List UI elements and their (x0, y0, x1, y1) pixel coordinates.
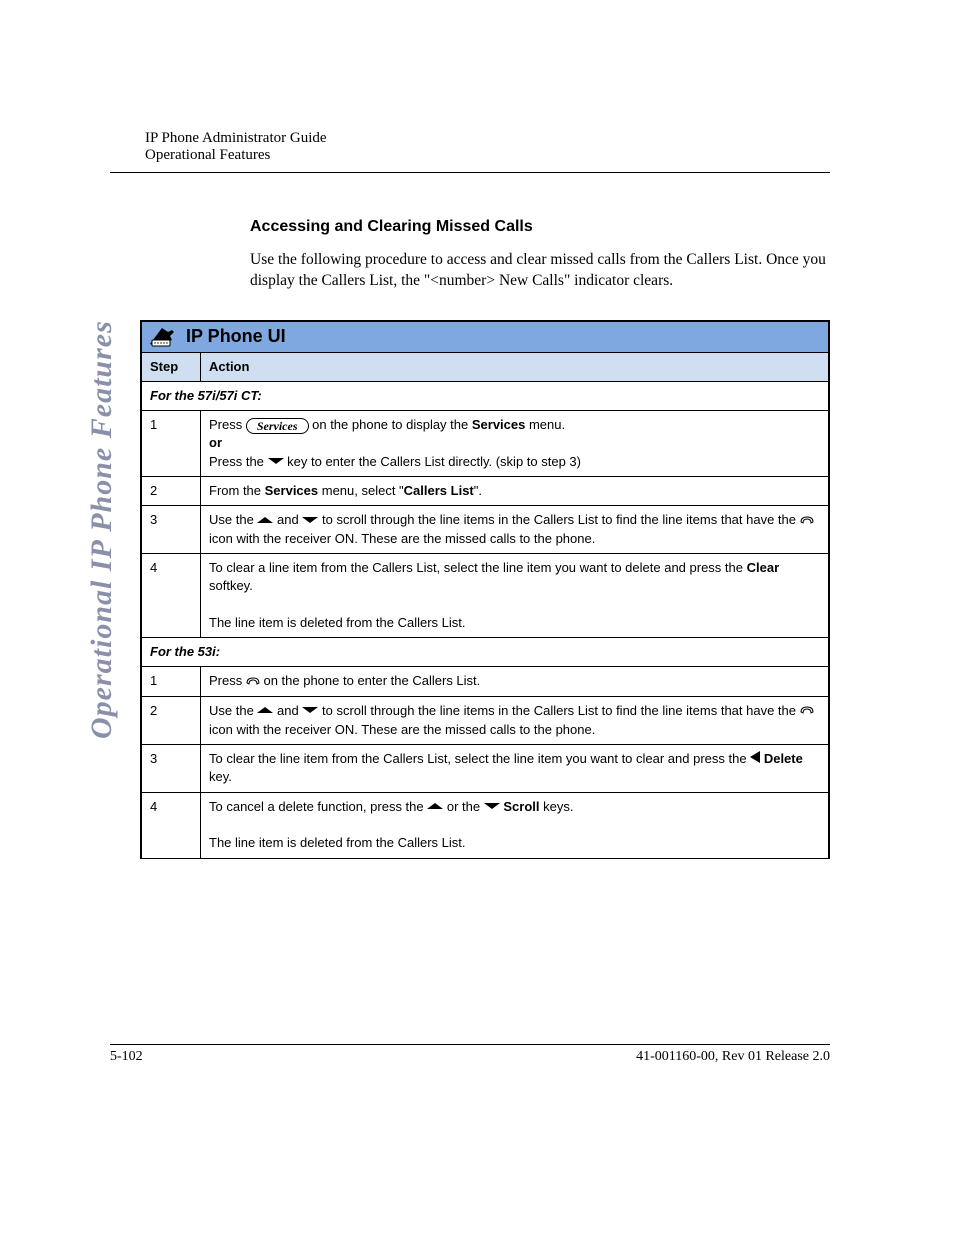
text: and (277, 703, 302, 718)
page-number: 5-102 (110, 1049, 143, 1065)
intro-paragraph: Use the following procedure to access an… (250, 250, 830, 292)
table-row: 4 To cancel a delete function, press the… (142, 792, 828, 858)
step-action: Press on the phone to enter the Callers … (201, 667, 829, 697)
step-num: 4 (142, 792, 201, 858)
subhead-53i: For the 53i: (142, 638, 828, 667)
doc-revision: 41-001160-00, Rev 01 Release 2.0 (636, 1049, 830, 1065)
table-row: 3 To clear the line item from the Caller… (142, 744, 828, 792)
text: To cancel a delete function, press the (209, 799, 427, 814)
text: The line item is deleted from the Caller… (209, 615, 466, 630)
text: icon with the receiver ON. These are the… (209, 722, 595, 737)
handset-icon (246, 673, 260, 691)
footer-rule (110, 1044, 830, 1045)
up-arrow-icon (427, 798, 443, 816)
text: and (277, 512, 302, 527)
header-rule (110, 172, 830, 173)
text: ". (474, 483, 482, 498)
text: key. (209, 769, 232, 784)
step-num: 2 (142, 477, 201, 506)
table-row: 4 To clear a line item from the Callers … (142, 554, 828, 638)
step-num: 1 (142, 667, 201, 697)
step-action: Press Services on the phone to display t… (201, 411, 829, 477)
text-bold: Scroll (503, 799, 539, 814)
up-arrow-icon (257, 702, 273, 720)
step-action: To cancel a delete function, press the o… (201, 792, 829, 858)
left-arrow-icon (750, 750, 760, 768)
procedure-panel: IP Phone UI Step Action For the 57i/57i … (140, 320, 830, 859)
step-action: Use the and to scroll through the line i… (201, 696, 829, 744)
table-row: 2 Use the and to scroll through the line… (142, 696, 828, 744)
text: To clear the line item from the Callers … (209, 751, 750, 766)
header-title: IP Phone Administrator Guide (145, 130, 830, 147)
page-footer: 5-102 41-001160-00, Rev 01 Release 2.0 (110, 1044, 830, 1065)
header-subtitle: Operational Features (145, 147, 830, 164)
step-action: To clear the line item from the Callers … (201, 744, 829, 792)
step-num: 3 (142, 506, 201, 554)
step-num: 2 (142, 696, 201, 744)
step-action: Use the and to scroll through the line i… (201, 506, 829, 554)
text: softkey. (209, 578, 253, 593)
text-bold: or (209, 435, 222, 450)
down-arrow-icon (302, 512, 318, 530)
phone-draw-icon (148, 326, 176, 348)
text: From the (209, 483, 265, 498)
text: To clear a line item from the Callers Li… (209, 560, 747, 575)
text-bold: Callers List (404, 483, 474, 498)
text: to scroll through the line items in the … (322, 703, 800, 718)
down-arrow-icon (302, 702, 318, 720)
handset-icon (800, 512, 814, 530)
text: to scroll through the line items in the … (322, 512, 800, 527)
services-key-icon: Services (246, 418, 309, 434)
handset-icon (800, 702, 814, 720)
table-row: 1 Press Services on the phone to display… (142, 411, 828, 477)
section-heading: Accessing and Clearing Missed Calls (250, 218, 830, 236)
text: on the phone to enter the Callers List. (263, 673, 480, 688)
col-action: Action (201, 353, 829, 382)
text: on the phone to display the (312, 417, 472, 432)
text: Use the (209, 512, 257, 527)
step-num: 4 (142, 554, 201, 638)
text: menu. (525, 417, 565, 432)
text: Press (209, 673, 246, 688)
text: menu, select " (318, 483, 404, 498)
step-num: 3 (142, 744, 201, 792)
text-bold: Delete (764, 751, 803, 766)
up-arrow-icon (257, 512, 273, 530)
page-content: IP Phone Administrator Guide Operational… (110, 130, 830, 859)
text-bold: Services (472, 417, 526, 432)
panel-title: IP Phone UI (186, 326, 286, 347)
step-action: From the Services menu, select "Callers … (201, 477, 829, 506)
table-row: 2 From the Services menu, select "Caller… (142, 477, 828, 506)
table-row: 3 Use the and to scroll through the line… (142, 506, 828, 554)
step-action: To clear a line item from the Callers Li… (201, 554, 829, 638)
step-num: 1 (142, 411, 201, 477)
col-step: Step (142, 353, 201, 382)
text-bold: Clear (747, 560, 780, 575)
text: or the (447, 799, 484, 814)
down-arrow-icon (268, 453, 284, 471)
text: Press (209, 417, 246, 432)
text: Use the (209, 703, 257, 718)
subhead-57i: For the 57i/57i CT: (142, 382, 828, 411)
text: key to enter the Callers List directly. … (287, 454, 581, 469)
table-row: 1 Press on the phone to enter the Caller… (142, 667, 828, 697)
text: The line item is deleted from the Caller… (209, 835, 466, 850)
down-arrow-icon (484, 798, 500, 816)
text: icon with the receiver ON. These are the… (209, 531, 595, 546)
text: keys. (539, 799, 573, 814)
procedure-table: Step Action For the 57i/57i CT: 1 Press … (142, 353, 828, 859)
text: Press the (209, 454, 268, 469)
panel-header: IP Phone UI (142, 322, 828, 353)
text-bold: Services (265, 483, 319, 498)
